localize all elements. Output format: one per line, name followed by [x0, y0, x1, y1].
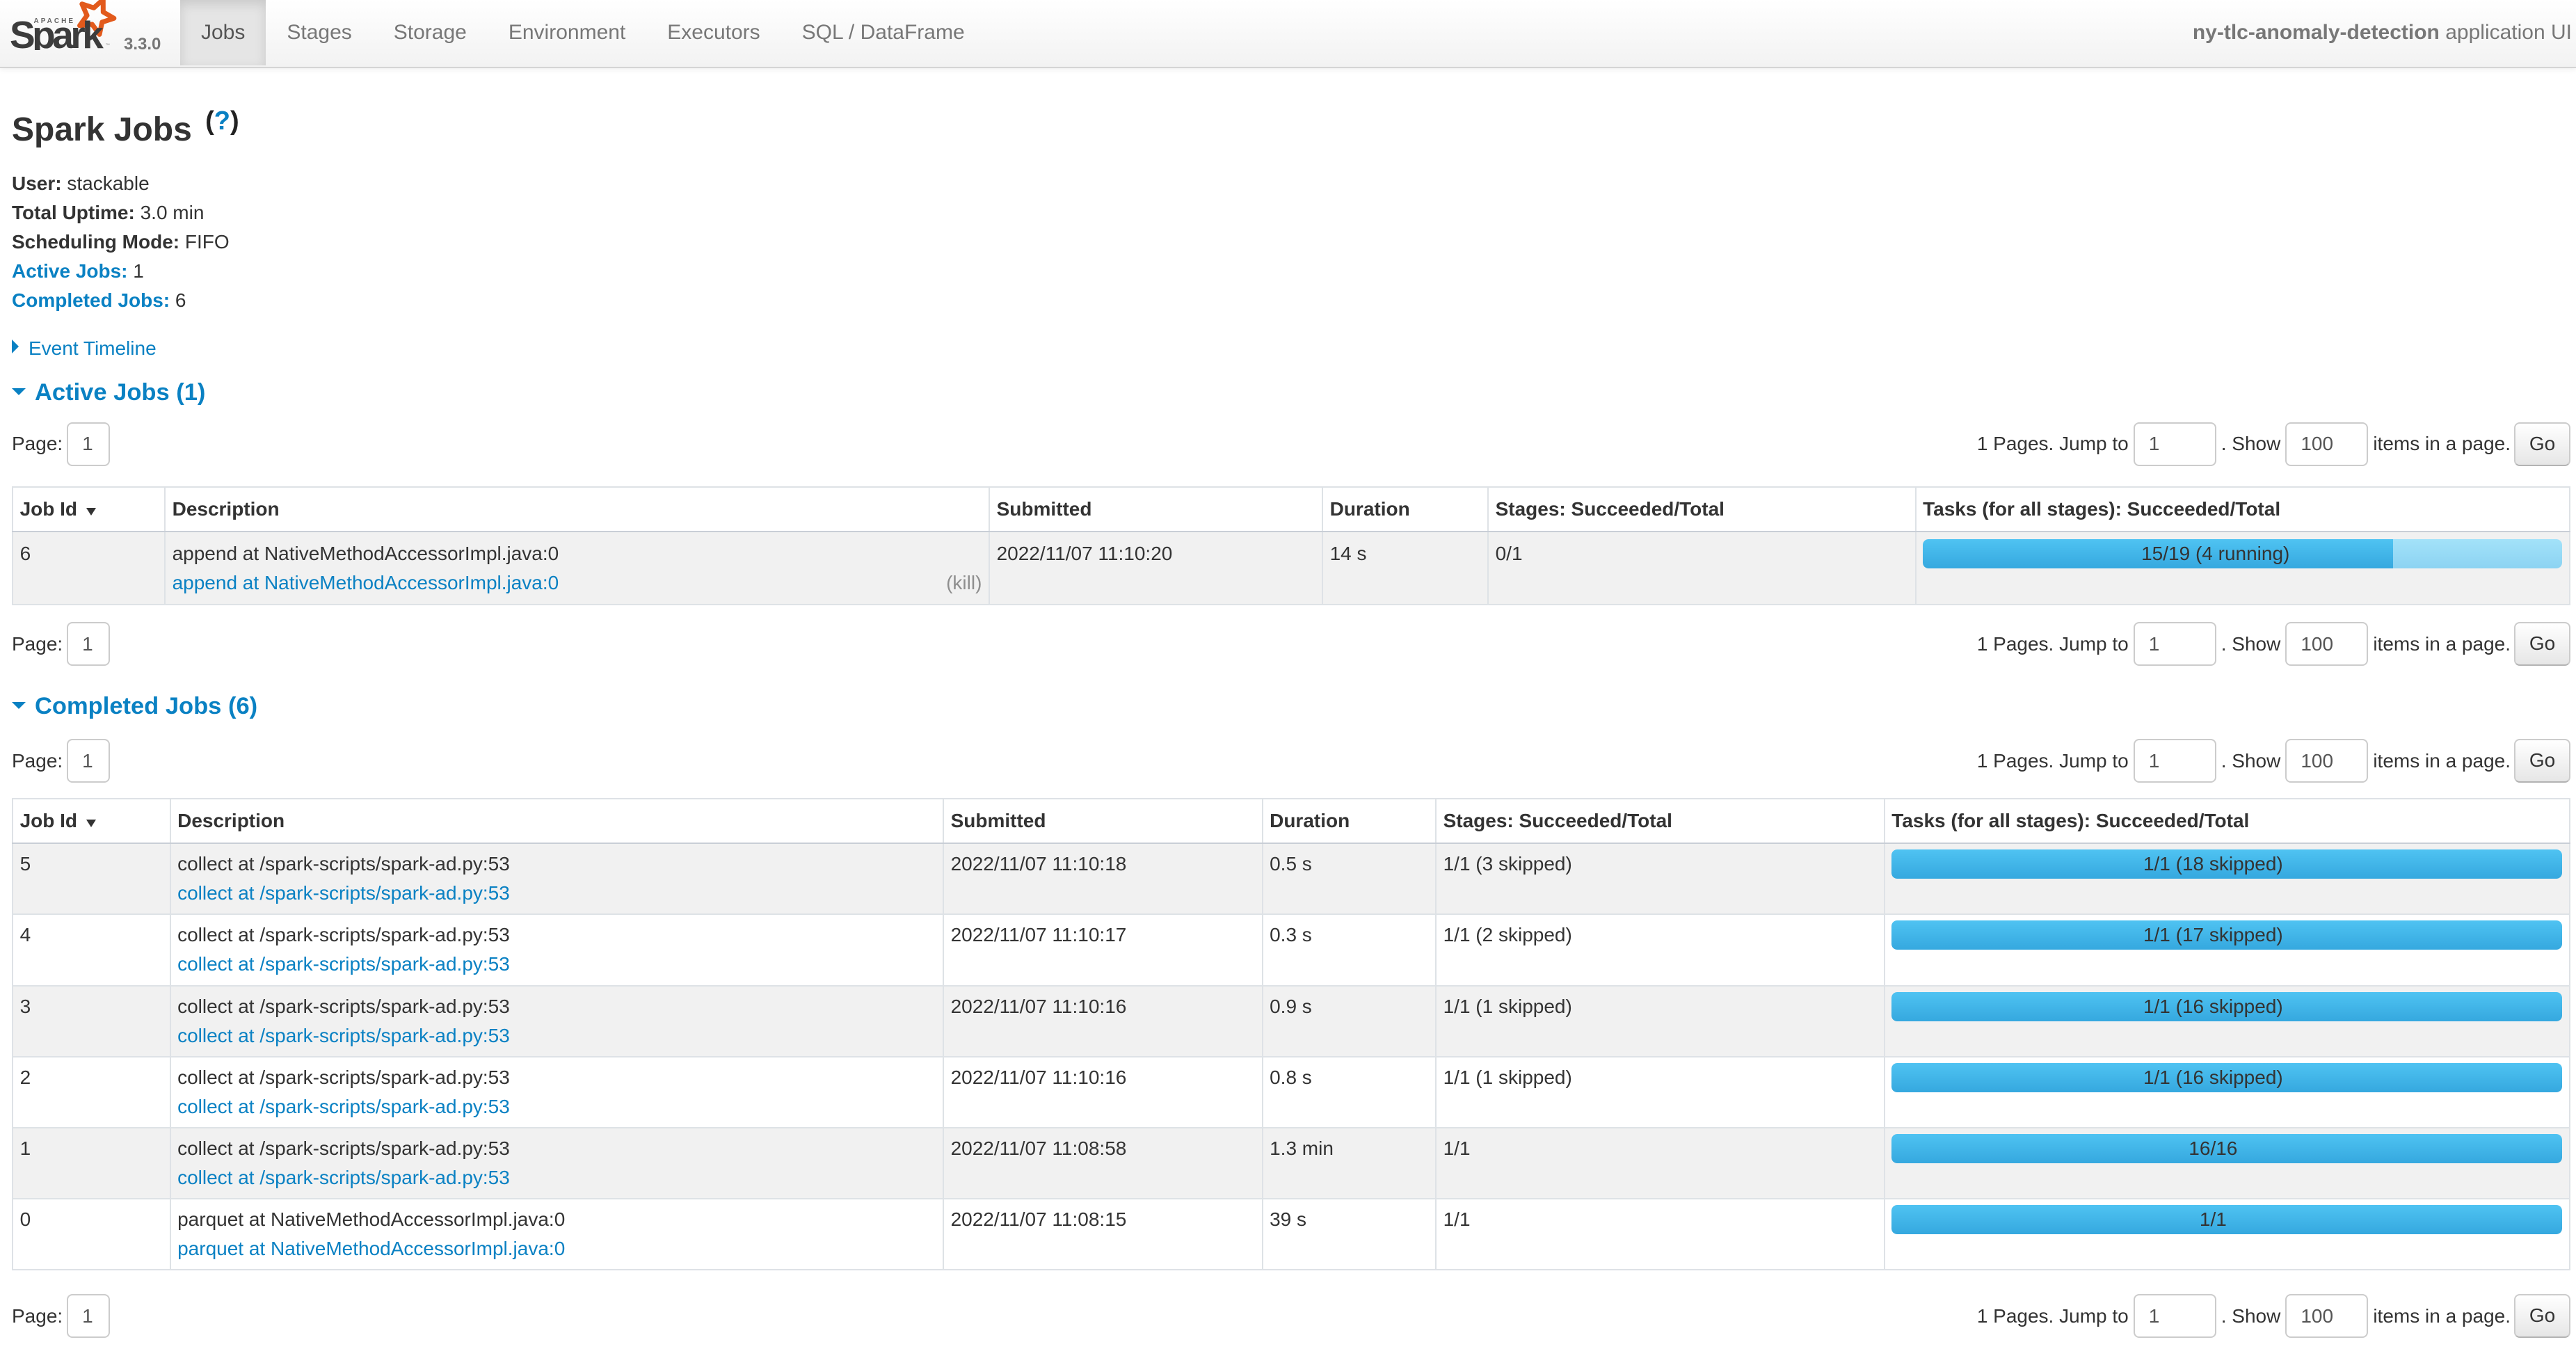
svg-text:Spark: Spark — [10, 13, 104, 50]
svg-text:™: ™ — [106, 43, 111, 48]
